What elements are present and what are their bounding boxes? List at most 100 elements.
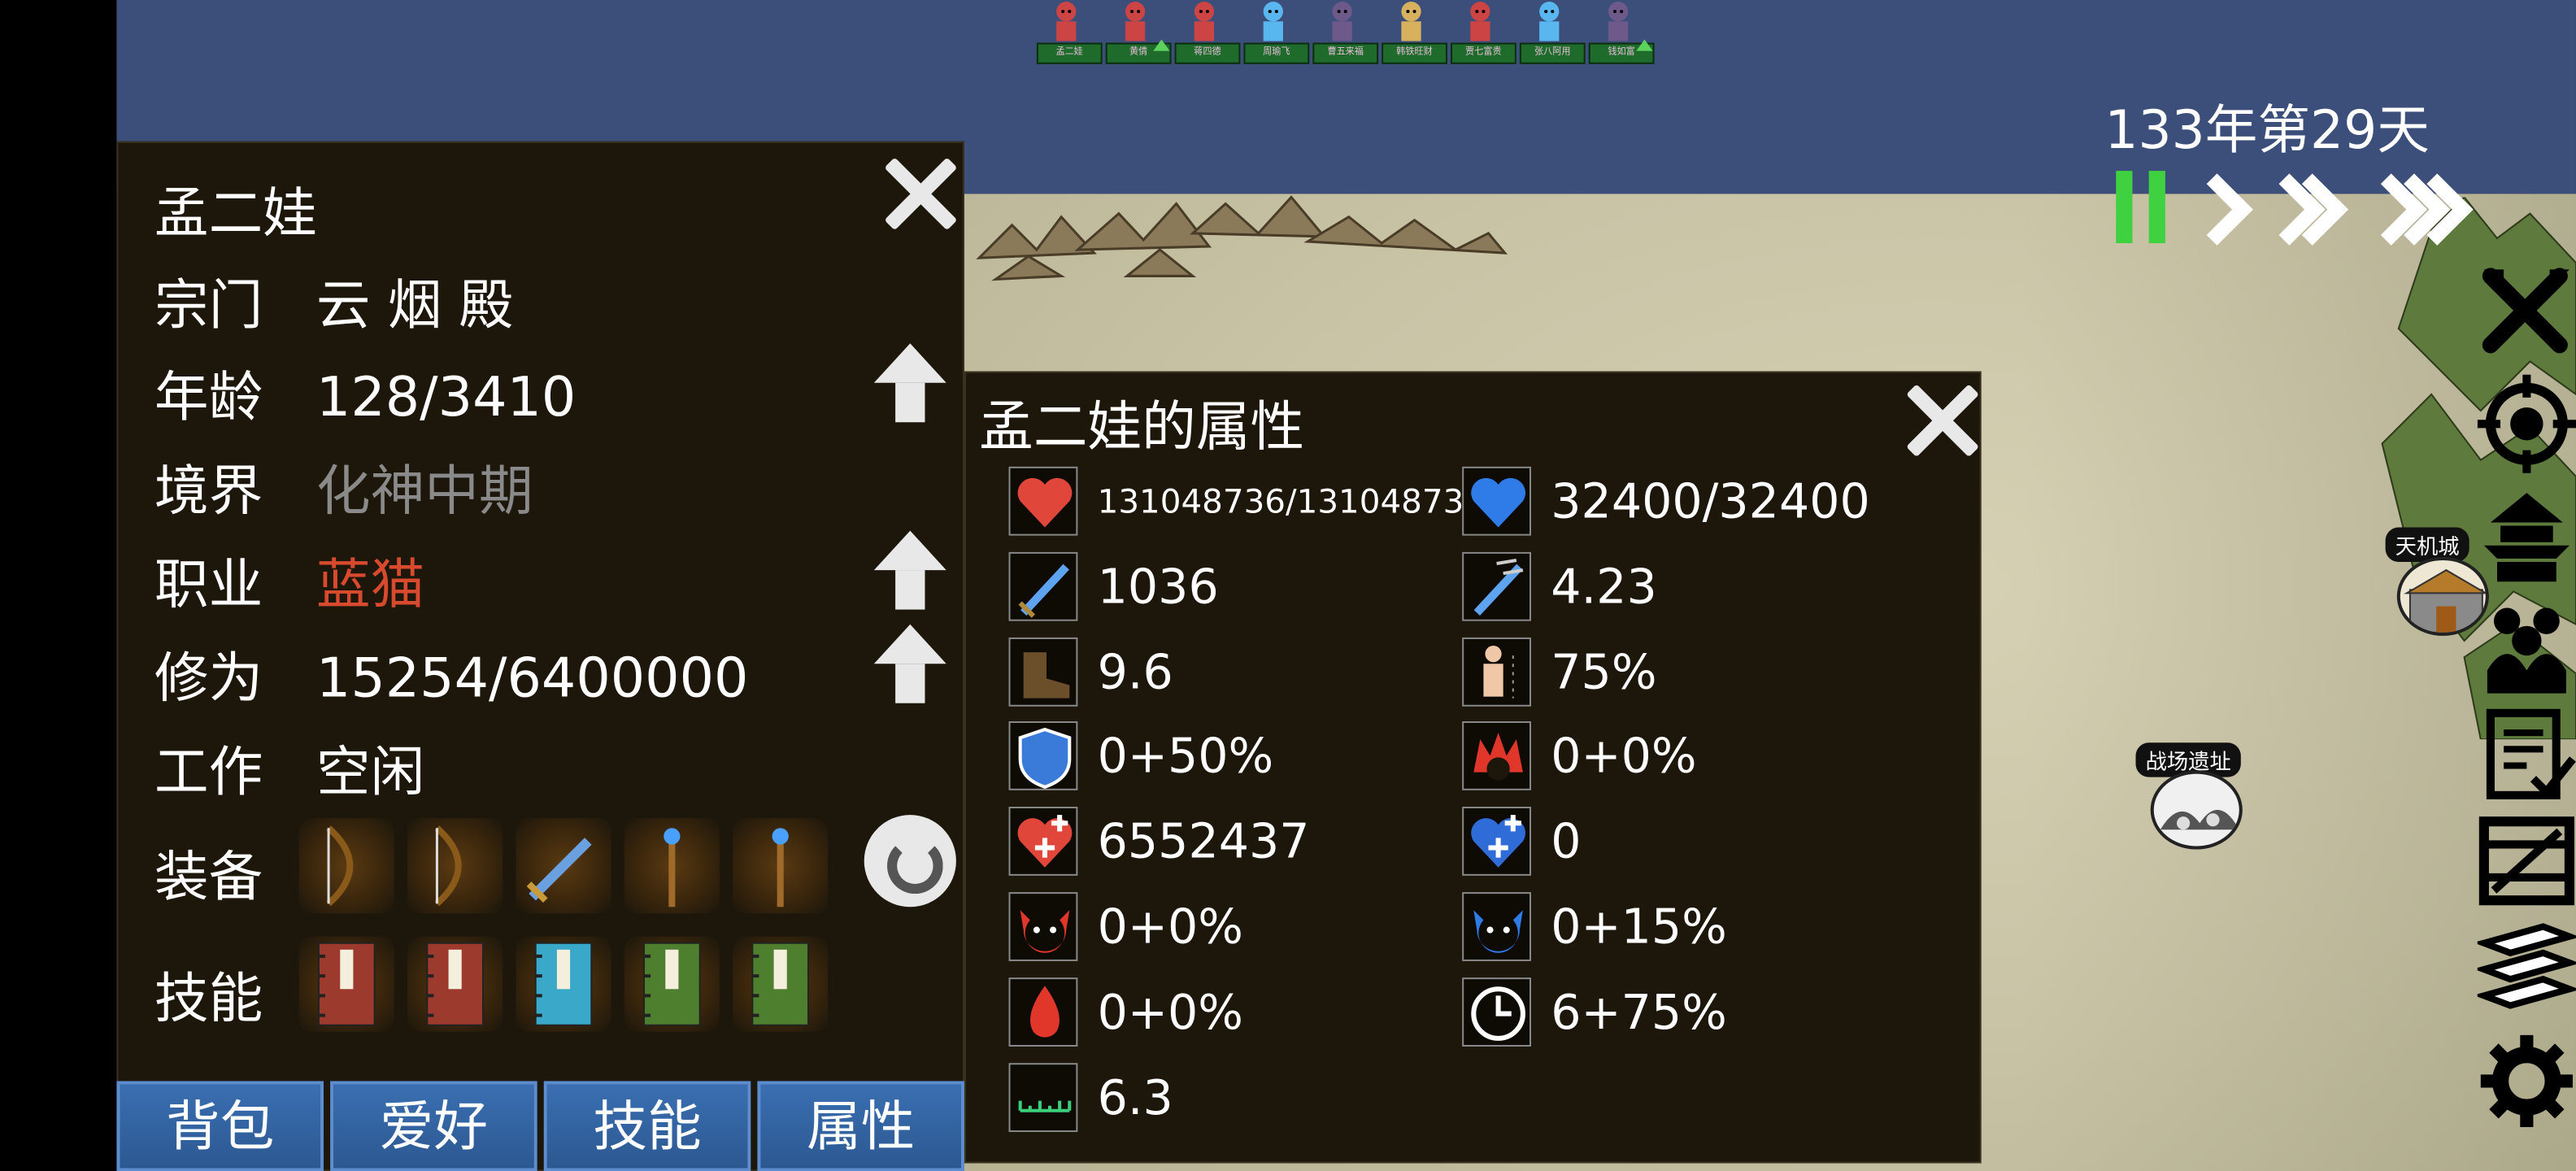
flame-crown-icon [1462, 721, 1532, 791]
age-row: 年龄 128/3410 [154, 353, 576, 432]
roster-member[interactable]: 钱如富 [1587, 0, 1656, 69]
bow-icon [434, 825, 462, 907]
attribute-value: 1036 [1097, 558, 1219, 615]
cultivation-value: 15254/6400000 [315, 646, 749, 710]
boot-icon [1008, 637, 1078, 706]
close-character-panel-button[interactable] [881, 153, 959, 232]
attribute-value: 0+0% [1551, 728, 1697, 785]
attribute-row: 6+75% [1462, 976, 1727, 1048]
roster-member-name: 曹五来福 [1312, 42, 1379, 64]
roster-member[interactable]: 孟二娃 [1035, 0, 1104, 69]
speed-2x-button[interactable] [2264, 171, 2343, 243]
equipment-slot[interactable] [407, 818, 503, 914]
roster-member[interactable]: 韩铁旺财 [1380, 0, 1449, 69]
equipment-slot[interactable] [298, 818, 394, 914]
attribute-value: 0+0% [1097, 899, 1243, 955]
roster-member[interactable]: 周瑜飞 [1242, 0, 1311, 69]
attribute-value: 4.23 [1551, 558, 1657, 615]
skills-label: 技能 [154, 965, 263, 1030]
skill-slot[interactable] [298, 936, 394, 1032]
level-up-arrow-icon [1636, 39, 1653, 51]
heal-heart-icon [1008, 807, 1078, 877]
skill-slot[interactable] [407, 936, 503, 1032]
character-portrait-icon [1194, 2, 1215, 41]
roster-member-name: 贾七富贵 [1451, 42, 1516, 64]
attribute-row: 0+0% [1008, 976, 1243, 1048]
speed-1x-button[interactable] [2191, 171, 2241, 243]
cultivation-upgrade-arrow-icon[interactable] [873, 624, 946, 707]
attribute-row: 4.23 [1462, 550, 1657, 622]
attribute-row: 32400/32400 [1462, 465, 1870, 538]
attack-speed-sword-icon [1462, 551, 1532, 621]
game-date: 133年第29天 [2104, 98, 2430, 161]
pagoda-icon[interactable] [2478, 486, 2576, 585]
character-portrait-icon [1056, 2, 1077, 41]
crate-icon[interactable] [2478, 812, 2576, 910]
pause-button[interactable] [2113, 171, 2169, 244]
roster-member[interactable]: 贾七富贵 [1449, 0, 1518, 69]
game-screen: 孟二娃 黄倩 蒋四德 周瑜飞 曹五来福 韩铁旺财 贾七富贵 张八阿用 钱如富 133年第29天 [0, 0, 2576, 1171]
shield-icon [1008, 721, 1078, 791]
sect-value: 云 烟 殿 [315, 272, 514, 337]
skill-book-icon [751, 942, 810, 1026]
red-demon-icon [1008, 892, 1078, 961]
roster-member[interactable]: 曹五来福 [1311, 0, 1380, 69]
job-label: 工作 [154, 739, 263, 803]
skill-slot[interactable] [624, 936, 720, 1032]
speed-controls [2113, 171, 2464, 244]
character-portrait-icon [1608, 2, 1629, 41]
roster-member[interactable]: 黄倩 [1104, 0, 1173, 69]
attribute-value: 6+75% [1551, 983, 1727, 1040]
attributes-panel: 孟二娃的属性 131048736/131048736 1036 9.6 0+50% 65… [964, 371, 1982, 1164]
tab-skill[interactable]: 技能 [543, 1081, 751, 1171]
attribute-value: 0+50% [1097, 728, 1274, 785]
city-marker-icon[interactable] [2396, 556, 2489, 636]
ruins-marker-icon[interactable] [2150, 770, 2243, 850]
roster-member-name: 周瑜飞 [1243, 42, 1310, 64]
equipment-slot[interactable] [624, 818, 720, 914]
roster-member[interactable]: 张八阿用 [1518, 0, 1587, 69]
attribute-row: 0+50% [1008, 720, 1274, 793]
skill-slot[interactable] [516, 936, 611, 1032]
tab-bag[interactable]: 背包 [116, 1081, 324, 1171]
attribute-row: 6552437 [1008, 805, 1310, 877]
attribute-row: 0+15% [1462, 890, 1727, 963]
attribute-value: 32400/32400 [1551, 472, 1870, 529]
range-ruler-icon [1008, 1062, 1078, 1132]
character-portrait-icon [1401, 2, 1421, 41]
profession-value: 蓝猫 [315, 551, 425, 616]
skill-book-icon [317, 942, 376, 1026]
speed-3x-button[interactable] [2365, 171, 2464, 243]
target-icon[interactable] [2477, 374, 2576, 473]
attribute-value: 131048736/131048736 [1097, 481, 1485, 521]
tab-attributes[interactable]: 属性 [757, 1081, 964, 1171]
task-list-icon[interactable] [2478, 707, 2576, 805]
attribute-value: 0+0% [1097, 983, 1243, 1040]
equipment-slot[interactable] [516, 818, 611, 914]
sword-icon [1008, 551, 1078, 621]
cultivation-row: 修为 15254/6400000 [154, 634, 749, 713]
profession-row: 职业 蓝猫 [154, 541, 424, 620]
refresh-equipment-button[interactable] [864, 815, 956, 908]
crossed-swords-icon[interactable] [2478, 259, 2576, 358]
books-icon[interactable] [2477, 920, 2576, 1018]
city-marker-label[interactable]: 天机城 [2385, 527, 2469, 562]
tab-hobby[interactable]: 爱好 [330, 1081, 537, 1171]
staff-icon [772, 828, 789, 908]
staff-icon [664, 828, 681, 908]
profession-upgrade-arrow-icon[interactable] [873, 530, 946, 613]
equipment-slot[interactable] [733, 818, 829, 914]
age-upgrade-arrow-icon[interactable] [873, 343, 946, 425]
roster-member[interactable]: 蒋四德 [1173, 0, 1242, 69]
close-attributes-panel-button[interactable] [1903, 380, 1982, 459]
gear-icon[interactable] [2478, 1032, 2576, 1130]
realm-value: 化神中期 [315, 458, 533, 523]
sect-label: 宗门 [154, 272, 263, 337]
sword-icon [526, 838, 592, 903]
sect-row: 宗门 云 烟 殿 [154, 261, 513, 340]
people-icon[interactable] [2478, 598, 2576, 696]
skill-slot[interactable] [733, 936, 829, 1032]
attribute-value: 9.6 [1097, 643, 1173, 699]
roster-member-name: 蒋四德 [1174, 42, 1241, 64]
blue-heart-icon [1462, 466, 1532, 536]
